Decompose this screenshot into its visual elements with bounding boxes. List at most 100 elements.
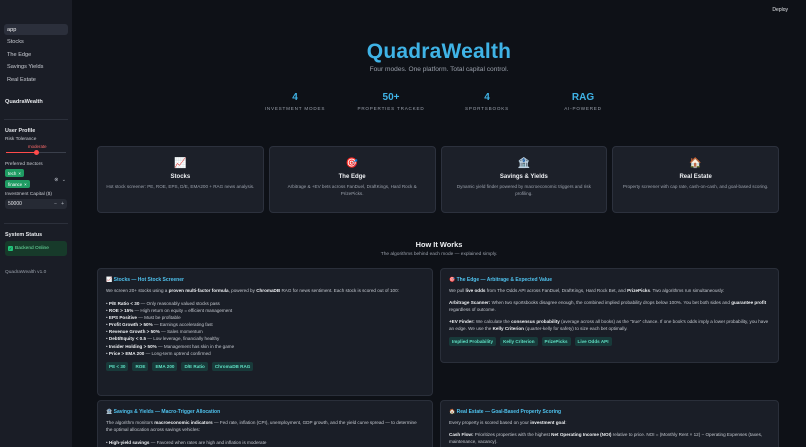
list-item: • ROE > 15% — High return on equity = ef… [106,308,233,313]
tag: ChromaDB RAG [211,361,254,371]
cash-flow-description: Cash Flow: Prioritizes properties with t… [449,431,763,444]
mode-cards: 📈 Stocks Hot stock screener: PE, ROE, EP… [97,146,779,213]
mode-card-description: Hot stock screener: PE, ROE, EPS, D/E, E… [106,184,255,189]
how-it-works-subtitle: The algorithms behind each mode — explai… [380,252,498,257]
list-item: • Profit Growth > 50% — Earnings acceler… [106,322,213,328]
metric-value: 4 [484,92,490,103]
increment-button[interactable]: + [61,201,64,207]
sidebar-item-real-estate[interactable]: Real Estate [4,74,68,85]
algo-heading: 🎯 The Edge — Arbitrage & Expected Value [449,277,553,283]
mode-card-description: Dynamic yield finder powered by macroeco… [456,184,591,196]
decrement-button[interactable]: − [54,201,57,207]
sidebar-brand: QuadraWealth [5,99,43,106]
version-label: QuadraWealth v1.0 [5,270,47,276]
allocation-list: • High-yield savings — Favored when rate… [106,439,424,446]
sidebar-item-app[interactable]: app [4,24,68,35]
risk-tolerance-label: Risk Tolerance [5,137,37,143]
main-content: Deploy QuadraWealth Four modes. One plat… [72,0,806,447]
metric-label: SPORTSBOOKS [465,106,509,111]
slider-fill [6,151,36,154]
how-it-works-heading: How It Works [415,240,463,249]
list-item: • High-yield savings — Favored when rate… [106,439,267,445]
slider-handle[interactable] [33,149,39,155]
criteria-list: • P/E Ratio < 30 — Only reasonably value… [106,300,424,357]
metric-label: INVESTMENT MODES [264,106,326,111]
system-status-heading: System Status [5,232,43,239]
sidebar: app Stocks The Edge Savings Yields Real … [0,0,72,447]
metric-properties-tracked: 50+ PROPERTIES TRACKED [343,92,439,111]
tag: ROE [132,361,149,371]
mode-card-savings-yields: 🏦 Savings & Yields Dynamic yield finder … [440,146,608,213]
house-icon: 🏠 [689,158,702,169]
metric-value: 50+ [382,92,400,103]
tag: PrizePicks [541,337,571,347]
list-item: • EPS Positive — Must be profitable [106,315,181,321]
mode-card-title: The Edge [338,174,366,180]
tag: EMA 200 [152,361,178,371]
sidebar-divider [4,223,68,225]
sectors-multiselect[interactable]: tech × finance × ⊗ ⌄ [5,169,67,189]
hero-subtitle: Four modes. One platform. Total capital … [369,66,509,73]
mode-card-title: Savings & Yields [499,174,548,180]
capital-value[interactable]: 50000 [8,201,22,207]
list-item: • Insider Holding > 50% — Management has… [106,343,235,349]
algo-heading: 🏠 Real Estate — Goal-Based Property Scor… [449,409,562,415]
metric-ai-powered: RAG AI-POWERED [535,92,631,111]
metric-sportsbooks: 4 SPORTSBOOKS [439,92,535,111]
metric-value: RAG [571,92,595,103]
investment-capital-label: Investment Capital ($) [5,192,52,198]
metric-investment-modes: 4 INVESTMENT MODES [247,92,343,111]
algo-intro: The algorithm monitors macroeconomic ind… [106,420,417,432]
sidebar-item-the-edge[interactable]: The Edge [4,49,68,60]
backend-status-badge: ✓ Backend Online [5,241,67,257]
mode-card-description: Arbitrage & +EV bets across FanDuel, Dra… [287,184,417,196]
user-profile-heading: User Profile [5,128,36,135]
metrics-row: 4 INVESTMENT MODES 50+ PROPERTIES TRACKE… [72,92,806,111]
chart-icon: 📈 [174,158,187,169]
list-item: • P/E Ratio < 30 — Only reasonably value… [106,300,220,306]
algo-intro: We screen 20+ stocks using a proven mult… [106,288,399,293]
chip-label: tech [8,170,17,176]
remove-icon[interactable]: × [24,182,27,187]
mode-card-title: Stocks [170,174,191,180]
investment-capital-input[interactable]: 50000 − + [5,199,67,210]
tag: Kelly Criterion [500,337,538,347]
arbitrage-description: Arbitrage Scanner: When two sportsbooks … [449,299,767,312]
list-item: • Debt/Equity < 0.5 — Low leverage, fina… [106,336,220,342]
risk-tolerance-slider[interactable] [6,149,66,155]
sector-chip-tech[interactable]: tech × [5,169,24,178]
sidebar-item-stocks[interactable]: Stocks [4,37,68,48]
bank-icon: 🏦 [517,158,531,169]
clear-chevron-icon[interactable]: ⊗ ⌄ [54,177,67,183]
check-icon: ✓ [8,246,13,252]
tag-list: PE < 30 ROE EMA 200 D/E Ratio ChromaDB R… [106,361,424,371]
ev-description: +EV Finder: We calculate the consensus p… [449,318,769,331]
tag: PE < 30 [106,361,129,371]
mode-card-real-estate: 🏠 Real Estate Property screener with cap… [612,146,779,213]
sidebar-divider [4,119,68,121]
tag-list: Implied Probability Kelly Criterion Priz… [449,337,770,347]
algo-heading: 🏦 Savings & Yields — Macro-Trigger Alloc… [106,409,221,415]
hero-title: QuadraWealth [366,40,512,63]
list-item: • Revenue Growth > 50% — Sales momentum [106,329,203,335]
backend-status-text: Backend Online [15,246,49,252]
sector-chip-finance[interactable]: finance × [5,180,30,189]
tag: D/E Ratio [181,361,208,371]
algo-card-savings-yields: 🏦 Savings & Yields — Macro-Trigger Alloc… [97,400,433,447]
chip-label: finance [8,181,23,187]
sidebar-item-savings-yields[interactable]: Savings Yields [4,62,68,73]
list-item: • Price > EMA 200 — Long-term uptrend co… [106,350,211,356]
deploy-button[interactable]: Deploy [772,7,788,13]
metric-label: AI-POWERED [564,106,602,111]
mode-card-stocks: 📈 Stocks Hot stock screener: PE, ROE, EP… [97,146,264,213]
algo-heading: 📈 Stocks — Hot Stock Screener [106,277,184,283]
algo-card-the-edge: 🎯 The Edge — Arbitrage & Expected Value … [440,268,779,363]
tag: Implied Probability [449,337,497,347]
remove-icon[interactable]: × [18,171,21,176]
preferred-sectors-label: Preferred Sectors [5,162,43,168]
algo-intro: We pull live odds from The Odds API acro… [449,288,725,293]
target-icon: 🎯 [345,158,359,169]
mode-card-title: Real Estate [679,174,712,180]
algo-card-stocks: 📈 Stocks — Hot Stock Screener We screen … [97,268,433,396]
mode-card-description: Property screener with cap rate, cash-on… [622,184,769,189]
